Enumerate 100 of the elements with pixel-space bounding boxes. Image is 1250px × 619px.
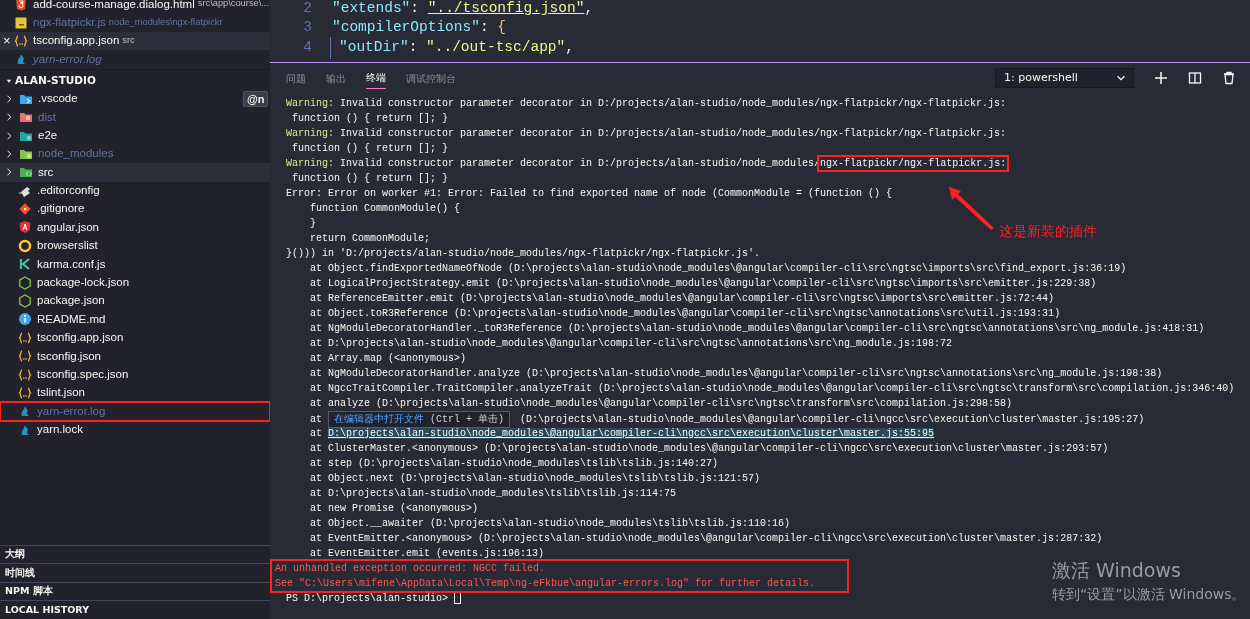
- open-editor-item[interactable]: × tsconfig.app.json src: [0, 31, 270, 51]
- tree-item[interactable]: .gitignore: [0, 199, 270, 219]
- tree-item[interactable]: package.json: [0, 291, 270, 311]
- terminal-line: Invalid constructor parameter decorator in D:/projects/alan-studio/node_modules/ngx-flatpickr/ngx-flatpickr.js:: [339, 98, 1007, 109]
- terminal-line: at ReferenceEmitter.emit (D:\projects\alan-studio\node_modules\@angular\compiler-cli\src\ngtsc\imports\src\emitter.js:72:44): [309, 293, 1055, 304]
- file-name: node_modules: [38, 146, 114, 162]
- tree-item[interactable]: tsconfig.app.json: [0, 328, 270, 348]
- close-icon[interactable]: ×: [3, 34, 11, 48]
- file-path: src: [122, 34, 135, 47]
- braces-icon: [18, 330, 32, 345]
- file-path: src\app\course\...: [197, 0, 270, 11]
- info-icon: [18, 312, 32, 327]
- select-value: 1: powershell: [1004, 69, 1078, 86]
- terminal-line: Error: Error on worker #1: Error: Failed to find exported name of node (CommonModule = (function () {: [286, 188, 893, 199]
- terminal-line: at LogicalProjectStrategy.emit (D:\projects\alan-studio\node_modules\@angular\compiler-cli\src\ngtsc\imports\src\emitter.js:229:38): [309, 278, 1097, 289]
- panel-tab[interactable]: 调试控制台: [406, 67, 456, 89]
- braces-icon: [18, 349, 32, 364]
- file-name: README.md: [37, 311, 106, 327]
- tree-item[interactable]: browserslist: [0, 236, 270, 256]
- terminal-line: at NgccTraitCompiler.TraitCompiler.analyzeTrait (D:\projects\alan-studio\node_modules\@angular\compiler-cli\src\ngtsc\transform\src\compilation.js:346:40): [309, 383, 1235, 394]
- braces-icon: [18, 386, 32, 400]
- terminal-line: return CommonModule;: [309, 233, 431, 244]
- terminal-line: at EventEmitter.emit (events.js:196:13): [309, 548, 545, 559]
- panel-tab[interactable]: 输出: [326, 67, 346, 89]
- tree-item[interactable]: .vscode @n: [0, 89, 270, 108]
- section-header[interactable]: NPM 脚本: [0, 581, 270, 601]
- code-line: "compilerOptions": {: [332, 18, 507, 38]
- section-header[interactable]: LOCAL HISTORY: [0, 600, 270, 619]
- terminal-line: at Object.findExportedNameOfNode (D:\projects\alan-studio\node_modules\@angular\compiler-cli\src\ngtsc\imports\src\find_export.js:36:19): [309, 263, 1127, 274]
- file-name: e2e: [38, 127, 58, 143]
- terminal-line: (D:\projects\alan-studio\node_modules\@angular\compiler-cli\ngcc\src\execution\cluster\master.js:195:27): [519, 414, 1145, 425]
- tooltip-text: 在编辑器中打开文件: [334, 414, 424, 425]
- file-path: node_modules\ngx-flatpickr: [108, 15, 223, 29]
- split-icon[interactable]: [1188, 71, 1202, 85]
- terminal-line: function () { return []; }: [291, 143, 449, 154]
- tree-item[interactable]: tslint.json: [0, 383, 270, 403]
- tree-item[interactable]: e2e: [0, 126, 270, 145]
- terminal-line: Invalid constructor parameter decorator in D:/projects/alan-studio/node_modules/ngx-flatpickr/ngx-flatpickr.js:: [339, 128, 1007, 139]
- tree-item[interactable]: .editorconfig: [0, 181, 270, 200]
- tree-item[interactable]: package-lock.json: [0, 273, 270, 292]
- chevron-icon: [5, 130, 14, 141]
- tree-item[interactable]: yarn.lock: [0, 420, 270, 439]
- file-name: package.json: [37, 293, 105, 309]
- file-name: browserslist: [37, 238, 98, 254]
- file-name: tslint.json: [37, 385, 85, 401]
- chevron-icon: [5, 167, 14, 178]
- file-name: tsconfig.app.json: [37, 330, 124, 346]
- terminal-select[interactable]: 1: powershell: [995, 68, 1134, 88]
- terminal-line: at NgModuleDecoratorHandler._toR3Reference (D:\projects\alan-studio\node_modules\@angular\compiler-cli\src\ngtsc\annotations\src\ng_module.js:418:31): [309, 323, 1205, 334]
- terminal-line: }: [309, 218, 316, 229]
- file-name: karma.conf.js: [37, 256, 106, 272]
- file-name: angular.json: [37, 219, 100, 235]
- hover-badge: @n: [243, 90, 269, 107]
- tree-item[interactable]: README.md: [0, 310, 270, 329]
- plus-icon[interactable]: [1154, 71, 1168, 85]
- terminal-line: at: [309, 428, 323, 439]
- terminal-line: function CommonModule() {: [309, 203, 461, 214]
- file-name: ngx-flatpickr.js: [33, 14, 106, 30]
- tree-item[interactable]: karma.conf.js: [0, 255, 270, 274]
- panel-tab[interactable]: 终端: [366, 67, 386, 89]
- line-number: 4: [302, 37, 313, 57]
- square-icon: [14, 15, 28, 30]
- warning-label: Warning:: [286, 128, 334, 139]
- k-shape-icon: [18, 257, 32, 272]
- terminal-line: function () { return []; }: [291, 113, 449, 124]
- terminal-line: at step (D:\projects\alan-studio\node_modules\tslib\tslib.js:140:27): [309, 458, 719, 469]
- tree-item[interactable]: tsconfig.spec.json: [0, 365, 270, 384]
- tree-item[interactable]: angular.json: [0, 218, 270, 237]
- shield-icon: [18, 220, 32, 235]
- chevron-icon: [5, 148, 14, 159]
- annotation-text: 这是新装的插件: [999, 225, 1097, 240]
- activation-hint: 转到“设置”以激活 Windows。: [1052, 585, 1246, 604]
- section-header[interactable]: 大纲: [0, 544, 270, 564]
- tree-item[interactable]: tsconfig.json: [0, 347, 270, 366]
- panel-tab[interactable]: 问题: [286, 67, 306, 89]
- section-header[interactable]: 时间线: [0, 563, 270, 582]
- error-line: See "C:\Users\mifene\AppData\Local\Temp\ng-eFkbue\angular-errors.log" for further details.: [275, 577, 817, 591]
- terminal-line: at: [309, 414, 323, 425]
- tree-item[interactable]: src: [0, 163, 270, 182]
- file-name: .gitignore: [37, 201, 85, 217]
- file-name: tsconfig.app.json: [33, 33, 120, 49]
- chevron-icon: [5, 112, 14, 123]
- warning-label: Warning:: [286, 98, 334, 109]
- error-line: An unhandled exception occurred: NGCC failed.: [275, 562, 547, 576]
- terminal-line: at Array.map (<anonymous>): [309, 353, 467, 364]
- terminal-line: at Object.next (D:\projects\alan-studio\node_modules\tslib\tslib.js:121:57): [309, 473, 761, 484]
- hexagon-icon: [18, 275, 32, 290]
- file-name: yarn-error.log: [33, 51, 102, 67]
- open-editor-item[interactable]: add-course-manage.dialog.html src\app\course\...: [0, 0, 270, 14]
- file-name: add-course-manage.dialog.html: [33, 0, 195, 12]
- highlighted-path: ngx-flatpickr/ngx-flatpickr.js:: [820, 158, 1007, 169]
- file-name: dist: [38, 109, 56, 125]
- section-title[interactable]: ALAN-STUDIO: [15, 72, 96, 89]
- trash-icon[interactable]: [1222, 71, 1236, 85]
- terminal-line: at analyze (D:\projects\alan-studio\node_modules\@angular\compiler-cli\src\ngtsc\transform\src\compilation.js:298:58): [309, 398, 1013, 409]
- file-name: .editorconfig: [37, 183, 100, 199]
- folder-icon: [19, 110, 33, 125]
- file-name: yarn.lock: [37, 422, 84, 438]
- file-link[interactable]: D:\projects\alan-studio\node_modules\@angular\compiler-cli\ngcc\src\execution\cluster\master.js:55:95: [328, 428, 935, 439]
- terminal-line: at Object.toR3Reference (D:\projects\alan-studio\node_modules\@angular\compiler-cli\src\ngtsc\annotations\src\util.js:193:31): [309, 308, 1061, 319]
